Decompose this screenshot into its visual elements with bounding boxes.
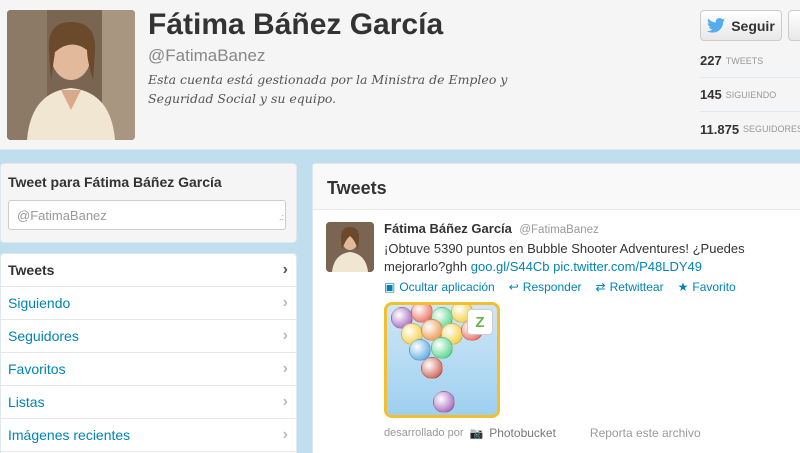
more-options-button[interactable] [788, 10, 800, 41]
media-provider-link[interactable]: Photobucket [489, 426, 556, 440]
profile-stats: 227 TWEETS 145 SIGUIENDO 11.875 SEGUIDOR… [700, 44, 800, 146]
stat-tweets[interactable]: 227 TWEETS [700, 44, 800, 78]
chevron-right-icon: › [282, 426, 288, 443]
stat-label: SIGUIENDO [725, 89, 777, 100]
stat-followers[interactable]: 11.875 SEGUIDORES [700, 112, 800, 146]
reply-action[interactable]: ↩ Responder [509, 280, 582, 294]
profile-header: Fátima Báñez García @FatimaBanez Esta cu… [0, 0, 800, 150]
nav-item-label: Favoritos [8, 361, 66, 377]
report-media-link[interactable]: Reporta este archivo [590, 426, 701, 440]
camera-icon: 📷 [469, 427, 484, 440]
profile-handle: @FatimaBanez [148, 46, 266, 65]
nav-item-label: Seguidores [8, 328, 79, 344]
nav-item-label: Listas [8, 394, 45, 410]
nav-item-label: Imágenes recientes [8, 427, 131, 443]
star-icon: ★ [677, 280, 689, 294]
nav-item-tweets[interactable]: Tweets › [1, 254, 296, 287]
tweet-stream: Tweets Fátima Báñez García @FatimaBanez … [312, 163, 800, 453]
retweet-action[interactable]: ⇄ Retwittear [596, 280, 664, 294]
profile-avatar[interactable] [7, 10, 135, 140]
tweet-link[interactable]: goo.gl/S44Cb [471, 259, 550, 274]
twitter-bird-icon [707, 18, 726, 33]
retweet-label: Retwittear [609, 280, 664, 294]
profile-bio: Esta cuenta está gestionada por la Minis… [148, 72, 508, 106]
reply-label: Responder [522, 280, 582, 294]
media-icon: ▣ [384, 280, 396, 294]
tweet-body: Fátima Báñez García @FatimaBanez ¡Obtuve… [384, 220, 800, 440]
app-logo-icon: Z [467, 309, 493, 335]
nav-item-recent-images[interactable]: Imágenes recientes › [1, 419, 296, 452]
tweet-avatar[interactable] [326, 222, 374, 272]
hide-app-action[interactable]: ▣ Ocultar aplicación [384, 280, 495, 294]
tweet-input[interactable] [8, 200, 286, 230]
tweet-author-name[interactable]: Fátima Báñez García [384, 221, 512, 236]
nav-item-lists[interactable]: Listas › [1, 386, 296, 419]
tweet-to-box: Tweet para Fátima Báñez García .: [0, 163, 297, 243]
tweet-author-handle[interactable]: @FatimaBanez [519, 224, 598, 236]
tweet-text: ¡Obtuve 5390 puntos en Bubble Shooter Ad… [384, 240, 800, 276]
reply-icon: ↩ [508, 280, 519, 294]
stat-count: 11.875 [700, 121, 740, 137]
developed-by-label: desarrollado por [384, 427, 464, 439]
media-footer: desarrollado por 📷 Photobucket Reporta e… [384, 426, 800, 440]
stat-label: TWEETS [725, 55, 764, 66]
tweet-pic-link[interactable]: pic.twitter.com/P48LDY49 [553, 259, 702, 274]
stat-following[interactable]: 145 SIGUIENDO [700, 78, 800, 112]
chevron-right-icon: › [282, 261, 288, 278]
tweet-header: Fátima Báñez García @FatimaBanez [384, 220, 800, 238]
follow-label: Seguir [731, 17, 775, 34]
chevron-right-icon: › [282, 327, 288, 344]
hide-app-label: Ocultar aplicación [399, 280, 495, 294]
profile-name: Fátima Báñez García [148, 8, 444, 41]
profile-nav: Tweets › Siguiendo › Seguidores › Favori… [0, 253, 297, 453]
stat-count: 227 [700, 53, 722, 68]
stream-title: Tweets [313, 164, 800, 210]
chevron-right-icon: › [282, 360, 288, 377]
tweet-media-image[interactable]: Z [384, 302, 500, 418]
nav-item-favorites[interactable]: Favoritos › [1, 353, 296, 386]
tweet-box-title: Tweet para Fátima Báñez García [8, 174, 222, 190]
tweet-actions: ▣ Ocultar aplicación ↩ Responder ⇄ Retwi… [384, 280, 800, 294]
favorite-label: Favorito [692, 280, 736, 294]
stat-count: 145 [700, 87, 722, 102]
nav-item-following[interactable]: Siguiendo › [1, 287, 296, 320]
nav-item-label: Tweets [8, 262, 55, 278]
chevron-right-icon: › [282, 294, 288, 311]
stat-label: SEGUIDORES [743, 124, 800, 134]
nav-item-label: Siguiendo [8, 295, 71, 311]
chevron-right-icon: › [282, 393, 288, 410]
follow-button[interactable]: Seguir [700, 10, 782, 41]
favorite-action[interactable]: ★ Favorito [678, 280, 736, 294]
resize-handle-icon: .: [278, 212, 284, 222]
nav-item-followers[interactable]: Seguidores › [1, 320, 296, 353]
retweet-icon: ⇄ [595, 280, 606, 294]
